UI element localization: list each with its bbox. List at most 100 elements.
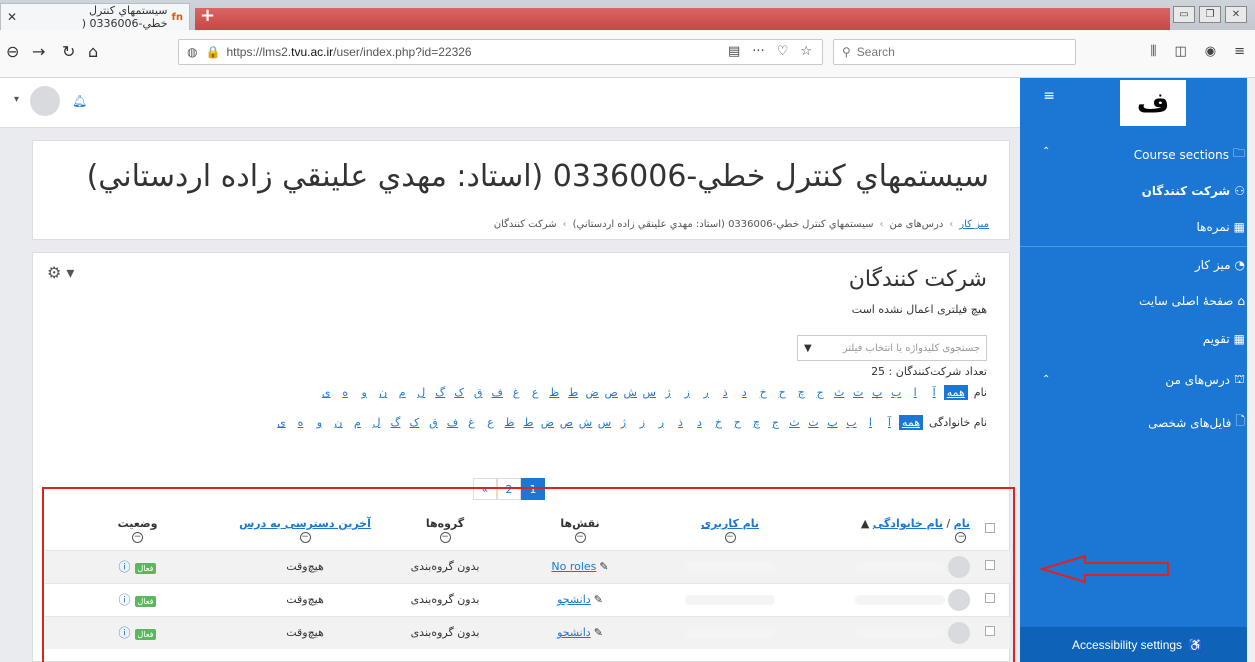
- filter-search-input[interactable]: جستجوی کلیدواژه یا انتخاب فیلتر ▼: [797, 335, 987, 361]
- maximize-button[interactable]: ❐: [1199, 6, 1221, 23]
- initial-letter-link[interactable]: ش: [576, 416, 595, 429]
- initial-letter-link[interactable]: آ: [880, 416, 899, 429]
- dropdown-arrow-icon[interactable]: ▼: [804, 343, 812, 354]
- initial-letter-link[interactable]: غ: [462, 416, 481, 429]
- collapse-column-icon[interactable]: −: [132, 531, 143, 543]
- reader-icon[interactable]: ▤: [728, 44, 740, 59]
- page-scrollbar[interactable]: [1247, 78, 1255, 662]
- breadcrumb-course[interactable]: سیستمهاي کنترل خطي-0336006 (استاد: مهدي …: [573, 219, 874, 230]
- select-all-checkbox[interactable]: [985, 523, 995, 534]
- initial-letter-link[interactable]: ص: [557, 416, 576, 429]
- initial-letter-link[interactable]: ی: [272, 416, 291, 429]
- menu-icon[interactable]: ≡: [1234, 44, 1245, 59]
- collapse-column-icon[interactable]: −: [724, 531, 736, 543]
- initial-letter-link[interactable]: ل: [367, 416, 386, 429]
- initial-letter-link[interactable]: ج: [811, 386, 830, 399]
- new-tab-button[interactable]: +: [200, 5, 215, 26]
- sidebar-item-calendar[interactable]: ▦ تقویم: [1203, 332, 1245, 346]
- initial-letter-link[interactable]: ض: [538, 416, 557, 429]
- initial-letter-link[interactable]: ا: [906, 386, 925, 399]
- initial-all[interactable]: همه: [898, 415, 924, 430]
- initial-letter-link[interactable]: خ: [709, 416, 728, 429]
- initial-letter-link[interactable]: ذ: [671, 416, 690, 429]
- initial-letter-link[interactable]: پ: [823, 416, 842, 429]
- initial-letter-link[interactable]: ج: [766, 416, 785, 429]
- gear-icon[interactable]: ⚙ ▾: [47, 263, 74, 282]
- initial-letter-link[interactable]: ق: [469, 386, 488, 399]
- initial-letter-link[interactable]: غ: [507, 386, 526, 399]
- collapse-column-icon[interactable]: −: [439, 531, 451, 543]
- breadcrumb-participants[interactable]: شرکت کنندگان: [494, 219, 557, 230]
- account-icon[interactable]: ◉: [1205, 44, 1216, 59]
- initial-letter-link[interactable]: ط: [519, 416, 538, 429]
- initial-letter-link[interactable]: د: [690, 416, 709, 429]
- initial-letter-link[interactable]: ی: [317, 386, 336, 399]
- initial-letter-link[interactable]: ژ: [614, 416, 633, 429]
- pencil-icon[interactable]: ✎: [594, 626, 603, 639]
- notification-bell-icon[interactable]: 🔔︎: [72, 94, 87, 108]
- initial-letter-link[interactable]: ه: [336, 386, 355, 399]
- initial-letter-link[interactable]: س: [640, 386, 659, 399]
- sort-firstname-link[interactable]: نام: [954, 517, 970, 530]
- initial-letter-link[interactable]: ن: [374, 386, 393, 399]
- initial-letter-link[interactable]: ت: [849, 386, 868, 399]
- role-link[interactable]: دانشجو: [557, 593, 591, 606]
- initial-letter-link[interactable]: ب: [842, 416, 861, 429]
- initial-letter-link[interactable]: ث: [830, 386, 849, 399]
- info-icon[interactable]: ⓘ: [119, 560, 131, 574]
- initial-letter-link[interactable]: چ: [792, 386, 811, 399]
- row-checkbox[interactable]: [985, 626, 995, 637]
- initial-letter-link[interactable]: آ: [925, 386, 944, 399]
- user-menu-dropdown-icon[interactable]: ▾: [14, 94, 19, 105]
- initial-letter-link[interactable]: ث: [785, 416, 804, 429]
- initial-letter-link[interactable]: ب: [887, 386, 906, 399]
- back-icon[interactable]: ⊖: [6, 42, 19, 61]
- initial-letter-link[interactable]: پ: [868, 386, 887, 399]
- breadcrumb-my-courses[interactable]: درس‌های من: [889, 219, 943, 230]
- initial-letter-link[interactable]: ز: [633, 416, 652, 429]
- avatar[interactable]: [948, 621, 970, 644]
- home-icon[interactable]: ⌂: [88, 42, 98, 61]
- initial-letter-link[interactable]: ا: [861, 416, 880, 429]
- initial-letter-link[interactable]: ف: [488, 386, 507, 399]
- close-tab-icon[interactable]: ✕: [7, 10, 17, 24]
- initial-letter-link[interactable]: ژ: [659, 386, 678, 399]
- info-icon[interactable]: ⓘ: [119, 593, 131, 607]
- sidebar-item-participants[interactable]: ⚇ شرکت کنندگان: [1142, 184, 1245, 198]
- initial-letter-link[interactable]: ک: [450, 386, 469, 399]
- row-checkbox[interactable]: [985, 560, 995, 570]
- collapse-column-icon[interactable]: −: [574, 531, 586, 543]
- library-icon[interactable]: ⫼: [1150, 44, 1156, 59]
- initial-letter-link[interactable]: ر: [652, 416, 671, 429]
- role-link[interactable]: No roles: [551, 560, 596, 573]
- sort-username-link[interactable]: نام کاربری: [701, 517, 759, 530]
- initial-letter-link[interactable]: س: [595, 416, 614, 429]
- breadcrumb-dashboard[interactable]: میز کار: [959, 219, 989, 230]
- avatar[interactable]: [948, 555, 970, 578]
- sidebar-item-course-sections[interactable]: 🗀 Course sections: [1134, 144, 1245, 165]
- search-input[interactable]: ⚲ Search: [833, 39, 1076, 65]
- pencil-icon[interactable]: ✎: [594, 593, 603, 606]
- accessibility-settings-button[interactable]: Accessibility settings ♿: [1020, 627, 1255, 662]
- row-checkbox[interactable]: [985, 593, 995, 603]
- initial-letter-link[interactable]: ط: [564, 386, 583, 399]
- collapse-column-icon[interactable]: −: [955, 531, 966, 543]
- collapse-chevron-icon[interactable]: ⌃: [1042, 146, 1050, 157]
- initial-letter-link[interactable]: د: [735, 386, 754, 399]
- initial-letter-link[interactable]: ر: [697, 386, 716, 399]
- initial-letter-link[interactable]: ظ: [500, 416, 519, 429]
- initial-letter-link[interactable]: ه: [291, 416, 310, 429]
- site-logo[interactable]: ف: [1120, 80, 1186, 126]
- sidebar-item-my-courses[interactable]: ⛫ درس‌های من: [1165, 372, 1245, 388]
- initial-letter-link[interactable]: ک: [405, 416, 424, 429]
- initial-letter-link[interactable]: ع: [526, 386, 545, 399]
- initial-letter-link[interactable]: ز: [678, 386, 697, 399]
- initial-letter-link[interactable]: و: [310, 416, 329, 429]
- initial-letter-link[interactable]: ض: [583, 386, 602, 399]
- initial-letter-link[interactable]: ف: [443, 416, 462, 429]
- collapse-column-icon[interactable]: −: [299, 531, 311, 543]
- initial-letter-link[interactable]: خ: [754, 386, 773, 399]
- initial-letter-link[interactable]: ح: [773, 386, 792, 399]
- sidebar-item-dashboard[interactable]: ◔ میز کار: [1195, 258, 1245, 272]
- sort-last-access-link[interactable]: آخرین دسترسی به درس: [239, 517, 371, 530]
